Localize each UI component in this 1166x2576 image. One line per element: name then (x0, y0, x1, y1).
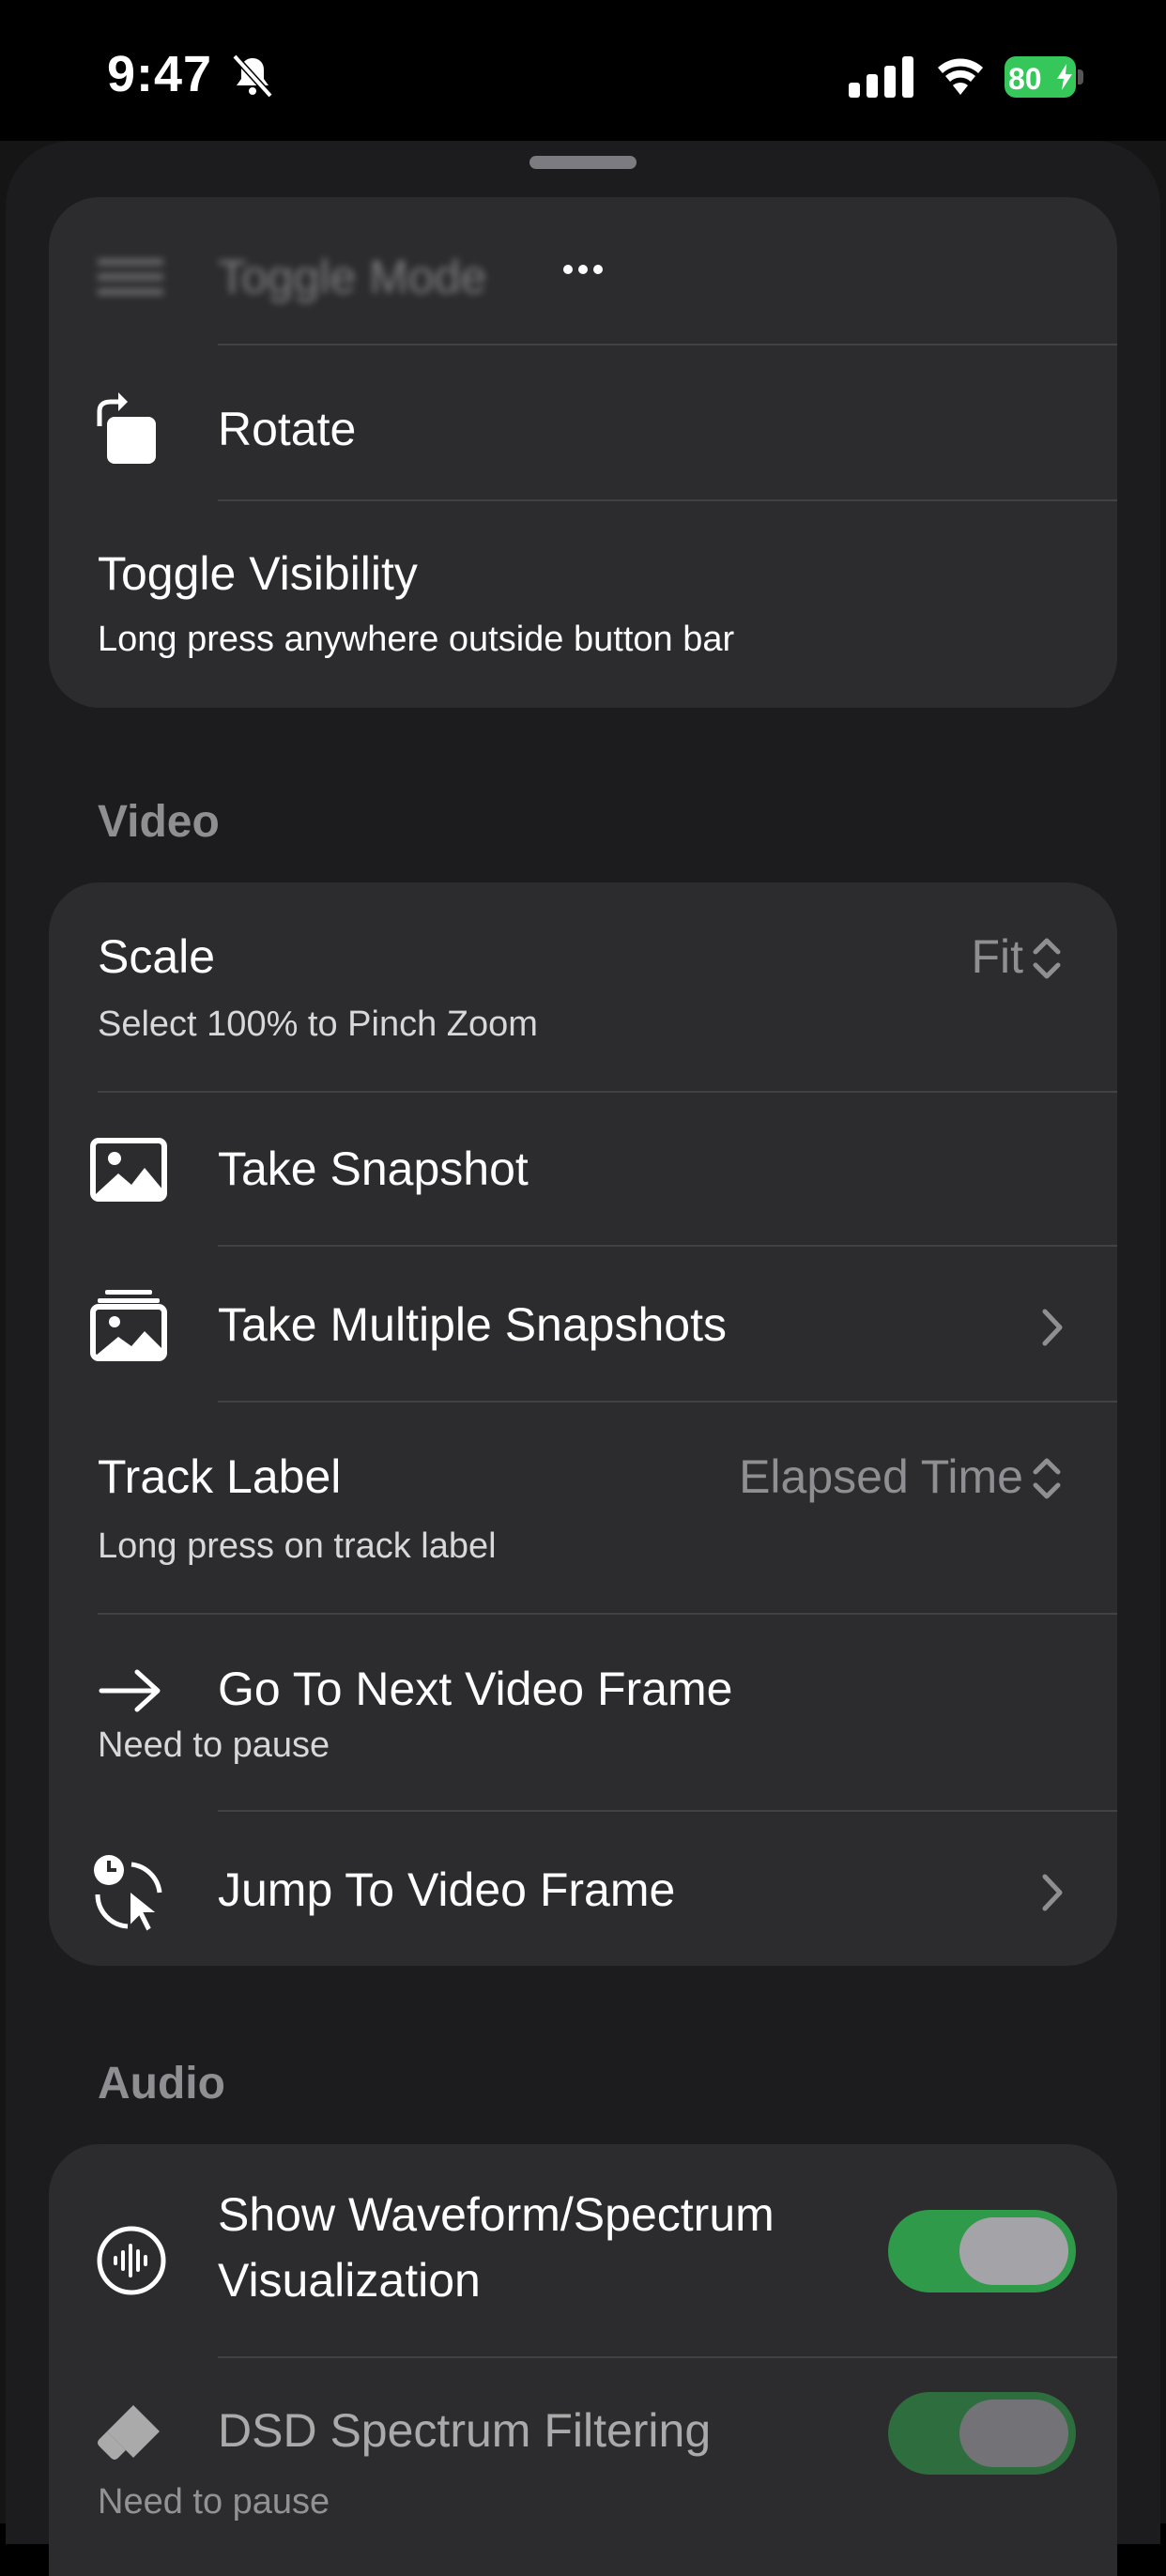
rotate-label: Rotate (218, 403, 357, 455)
dsd-filtering-label: DSD Spectrum Filtering (218, 2404, 712, 2457)
toggle-knob (959, 2400, 1068, 2467)
toggle-visibility-label: Toggle Visibility (98, 547, 418, 600)
divider (218, 344, 1117, 345)
section-header-video: Video (98, 797, 220, 847)
sheet-grabber[interactable] (529, 156, 637, 169)
battery-indicator: 80 (1005, 56, 1083, 98)
dsd-toggle[interactable] (888, 2392, 1076, 2475)
waveform-label-line2: Visualization (218, 2254, 481, 2307)
charging-bolt-icon (1057, 64, 1072, 90)
waveform-circle-icon (97, 2226, 166, 2295)
chevron-up-down-icon (1033, 938, 1061, 979)
clock-cursor-icon (94, 1855, 162, 1934)
scale-value[interactable]: Fit (971, 929, 1023, 984)
chevron-up-down-icon (1033, 1458, 1061, 1499)
rotate-icon (97, 392, 156, 464)
next-frame-label: Go To Next Video Frame (218, 1663, 733, 1715)
toggle-mode-title: Toggle Mode (218, 251, 487, 303)
chevron-right-icon (1042, 1874, 1063, 1911)
photo-stack-icon (90, 1290, 167, 1361)
top-card: Toggle Mode Rotate Toggle Visibility Lon… (49, 197, 1117, 708)
more-icon[interactable] (561, 263, 605, 276)
waveform-toggle[interactable] (888, 2210, 1076, 2292)
status-bar: 9:47 80 (0, 0, 1166, 141)
divider (218, 1810, 1117, 1812)
track-label-subtitle: Long press on track label (98, 1526, 497, 1566)
divider (218, 2356, 1117, 2358)
audio-card: Show Waveform/Spectrum Visualization DSD… (49, 2144, 1117, 2576)
scale-label: Scale (98, 930, 216, 983)
next-frame-subtitle: Need to pause (98, 1725, 330, 1765)
divider (218, 1401, 1117, 1403)
divider (98, 1091, 1117, 1093)
jump-frame-label: Jump To Video Frame (218, 1863, 676, 1916)
battery-level: 80 (1008, 62, 1042, 96)
silent-bell-icon (232, 54, 273, 99)
toggle-visibility-subtitle: Long press anywhere outside button bar (98, 620, 735, 659)
menu-icon (98, 259, 163, 295)
waveform-label-line1: Show Waveform/Spectrum (218, 2188, 775, 2241)
eraser-icon (98, 2405, 160, 2460)
track-label-value[interactable]: Elapsed Time (739, 1449, 1023, 1504)
status-time: 9:47 (107, 46, 213, 102)
chevron-right-icon (1042, 1309, 1063, 1346)
battery-cap (1078, 69, 1083, 84)
take-snapshot-label: Take Snapshot (218, 1142, 529, 1195)
cellular-signal-icon (849, 56, 913, 98)
take-multiple-snapshots-label: Take Multiple Snapshots (218, 1298, 727, 1351)
section-header-audio: Audio (98, 2059, 225, 2108)
arrow-right-icon (99, 1669, 161, 1712)
scale-subtitle: Select 100% to Pinch Zoom (98, 1004, 538, 1044)
track-label-label: Track Label (98, 1450, 342, 1503)
divider (218, 499, 1117, 501)
photo-icon (90, 1138, 167, 1202)
wifi-icon (938, 58, 983, 95)
video-card: Scale Fit Select 100% to Pinch Zoom Take… (49, 882, 1117, 1966)
toggle-knob (959, 2217, 1068, 2285)
divider (98, 1613, 1117, 1615)
divider (218, 1245, 1117, 1247)
dsd-filtering-subtitle: Need to pause (98, 2482, 330, 2522)
